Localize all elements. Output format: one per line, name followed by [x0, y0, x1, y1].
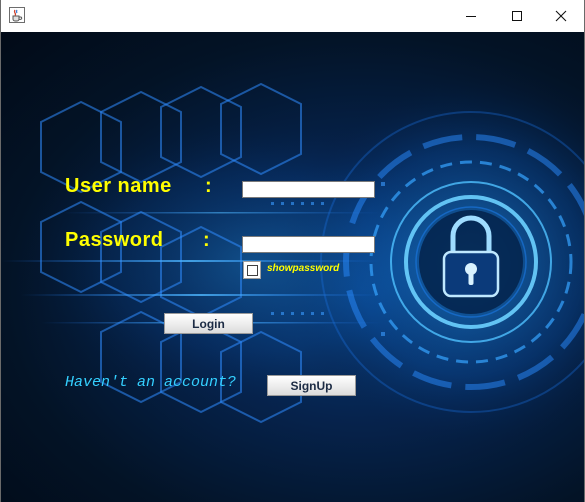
login-panel: User name : Password : showpassword Logi… — [1, 32, 584, 502]
minimize-button[interactable] — [448, 0, 494, 32]
close-button[interactable] — [538, 0, 584, 32]
show-password-checkbox[interactable] — [243, 261, 261, 279]
password-label: Password — [65, 229, 164, 251]
no-account-text: Haven't an account? — [65, 374, 237, 391]
password-colon: : — [203, 229, 210, 251]
show-password-label: showpassword — [267, 263, 340, 274]
minimize-icon — [466, 16, 476, 17]
title-bar[interactable] — [1, 0, 584, 32]
password-field[interactable] — [242, 236, 375, 253]
username-colon: : — [205, 175, 212, 197]
maximize-button[interactable] — [494, 0, 540, 32]
close-icon — [555, 10, 567, 22]
login-button[interactable]: Login — [164, 313, 253, 334]
signup-button[interactable]: SignUp — [267, 375, 356, 396]
maximize-icon — [512, 11, 522, 21]
checkbox-box — [246, 264, 258, 276]
username-field[interactable] — [242, 181, 375, 198]
username-label: User name — [65, 175, 172, 197]
java-cup-icon — [9, 7, 25, 23]
login-window: User name : Password : showpassword Logi… — [0, 0, 585, 502]
